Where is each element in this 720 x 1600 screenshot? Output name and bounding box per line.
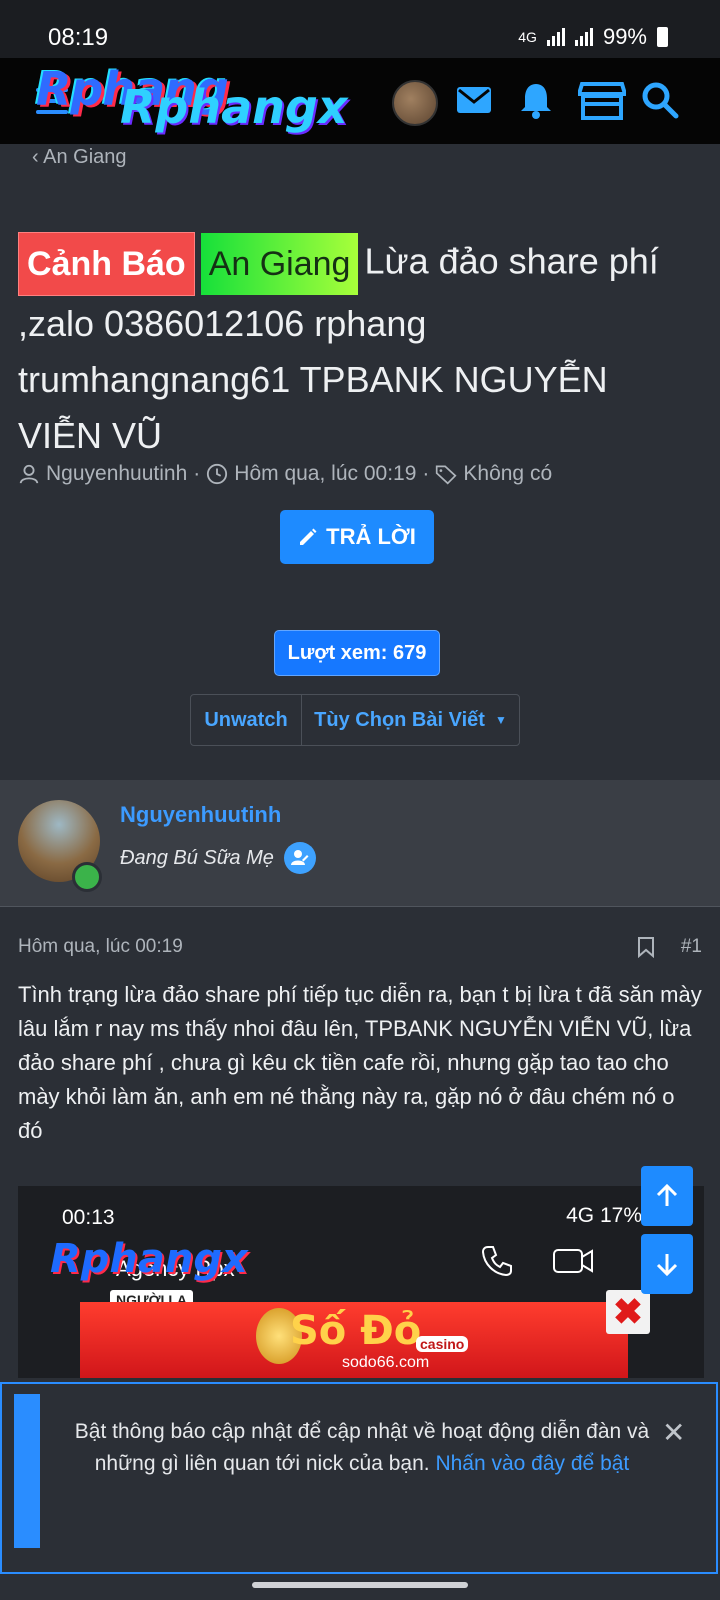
reply-button[interactable]: TRẢ LỜI xyxy=(280,510,434,564)
ad-brand: Số Đỏ xyxy=(290,1308,422,1354)
battery-level: 99% xyxy=(602,24,647,49)
clock-icon xyxy=(207,463,228,485)
unwatch-button[interactable]: Unwatch xyxy=(191,695,302,745)
post-user-block: Nguyenhuutinh Đang Bú Sữa Mẹ xyxy=(0,780,720,907)
ad-url: sodo66.com xyxy=(342,1354,430,1371)
store-icon[interactable] xyxy=(578,80,626,120)
site-logo-overlay: Rphangx xyxy=(120,80,348,134)
status-icons: 4G 99% xyxy=(518,24,668,50)
arrow-up-icon xyxy=(656,1183,678,1206)
tag-icon xyxy=(436,465,457,485)
signal-icon xyxy=(546,28,565,46)
thread-author[interactable]: Nguyenhuutinh xyxy=(46,462,187,486)
attachment-watermark: Rphangx xyxy=(50,1236,248,1282)
ad-banner[interactable]: Số Đỏ casino sodo66.com xyxy=(80,1302,628,1378)
user-avatar[interactable] xyxy=(392,80,438,126)
arrow-down-icon xyxy=(656,1254,678,1277)
video-call-icon xyxy=(553,1249,593,1273)
post-attachment-image[interactable]: 00:13 4G 17% Agency Rpx Rphangx NGƯỜI LẠ… xyxy=(18,1186,704,1378)
attachment-time: 00:13 xyxy=(62,1206,115,1229)
bell-icon[interactable] xyxy=(516,80,556,120)
breadcrumb[interactable]: ‹ An Giang xyxy=(32,146,127,169)
top-navigation: Rphang Rphangx xyxy=(0,58,720,144)
verified-user-icon xyxy=(283,842,316,874)
user-icon xyxy=(19,464,39,484)
breadcrumb-chevron-icon: ‹ xyxy=(32,146,44,168)
home-indicator[interactable] xyxy=(252,1582,468,1588)
phone-icon xyxy=(481,1246,512,1277)
post-date[interactable]: Hôm qua, lúc 00:19 xyxy=(18,936,183,958)
prefix-region[interactable]: An Giang xyxy=(200,233,359,295)
battery-icon xyxy=(657,27,668,47)
thread-date[interactable]: Hôm qua, lúc 00:19 xyxy=(234,462,416,486)
scroll-up-button[interactable] xyxy=(641,1166,693,1226)
push-notification-prompt: Bật thông báo cập nhật để cập nhật về ho… xyxy=(0,1382,718,1574)
view-count-badge: Lượt xem: 679 xyxy=(274,630,440,676)
reply-button-label: TRẢ LỜI xyxy=(326,524,416,549)
search-icon[interactable] xyxy=(640,80,680,120)
thread-options-button[interactable]: Tùy Chọn Bài Viết ▼ xyxy=(302,695,519,745)
prefix-warning[interactable]: Cảnh Báo xyxy=(18,232,195,296)
thread-meta: Nguyenhuutinh · Hôm qua, lúc 00:19 · Khô… xyxy=(18,462,552,486)
signal-icon-2 xyxy=(574,28,593,46)
mail-icon[interactable] xyxy=(454,80,494,120)
post-user-title-text: Đang Bú Sữa Mẹ xyxy=(120,846,274,869)
enable-notifications-link[interactable]: Nhấn vào đây để bật xyxy=(435,1452,629,1475)
status-time: 08:19 xyxy=(48,24,109,51)
attachment-status: 4G 17% xyxy=(566,1204,642,1227)
thread-actions: Unwatch Tùy Chọn Bài Viết ▼ xyxy=(190,694,520,746)
post-number-area: #1 xyxy=(637,936,702,958)
thread-options-label: Tùy Chọn Bài Viết xyxy=(314,708,485,731)
network-label: 4G xyxy=(518,29,537,45)
notice-close-icon[interactable]: ✕ xyxy=(662,1416,685,1449)
status-bar: 08:19 4G 99% xyxy=(0,0,720,58)
post-body: Tình trạng lừa đảo share phí tiếp tục di… xyxy=(18,982,702,1143)
ad-tag: casino xyxy=(416,1336,469,1352)
post-user-title: Đang Bú Sữa Mẹ xyxy=(120,842,316,874)
notice-accent-bar xyxy=(14,1394,40,1548)
breadcrumb-label: An Giang xyxy=(43,146,127,168)
thread-title: Cảnh Báo An Giang Lừa đảo share phí ,zalo … xyxy=(18,232,698,464)
caret-down-icon: ▼ xyxy=(494,713,507,727)
post-number[interactable]: #1 xyxy=(681,936,702,958)
bookmark-icon[interactable] xyxy=(637,936,655,958)
notice-message: Bật thông báo cập nhật để cập nhật về ho… xyxy=(72,1416,652,1480)
thread-tags: Không có xyxy=(463,462,553,485)
pencil-icon xyxy=(300,528,317,545)
online-status-icon xyxy=(72,862,102,892)
post-username[interactable]: Nguyenhuutinh xyxy=(120,802,281,828)
scroll-down-button[interactable] xyxy=(641,1234,693,1294)
ad-close-button[interactable]: ✖ xyxy=(606,1290,650,1334)
